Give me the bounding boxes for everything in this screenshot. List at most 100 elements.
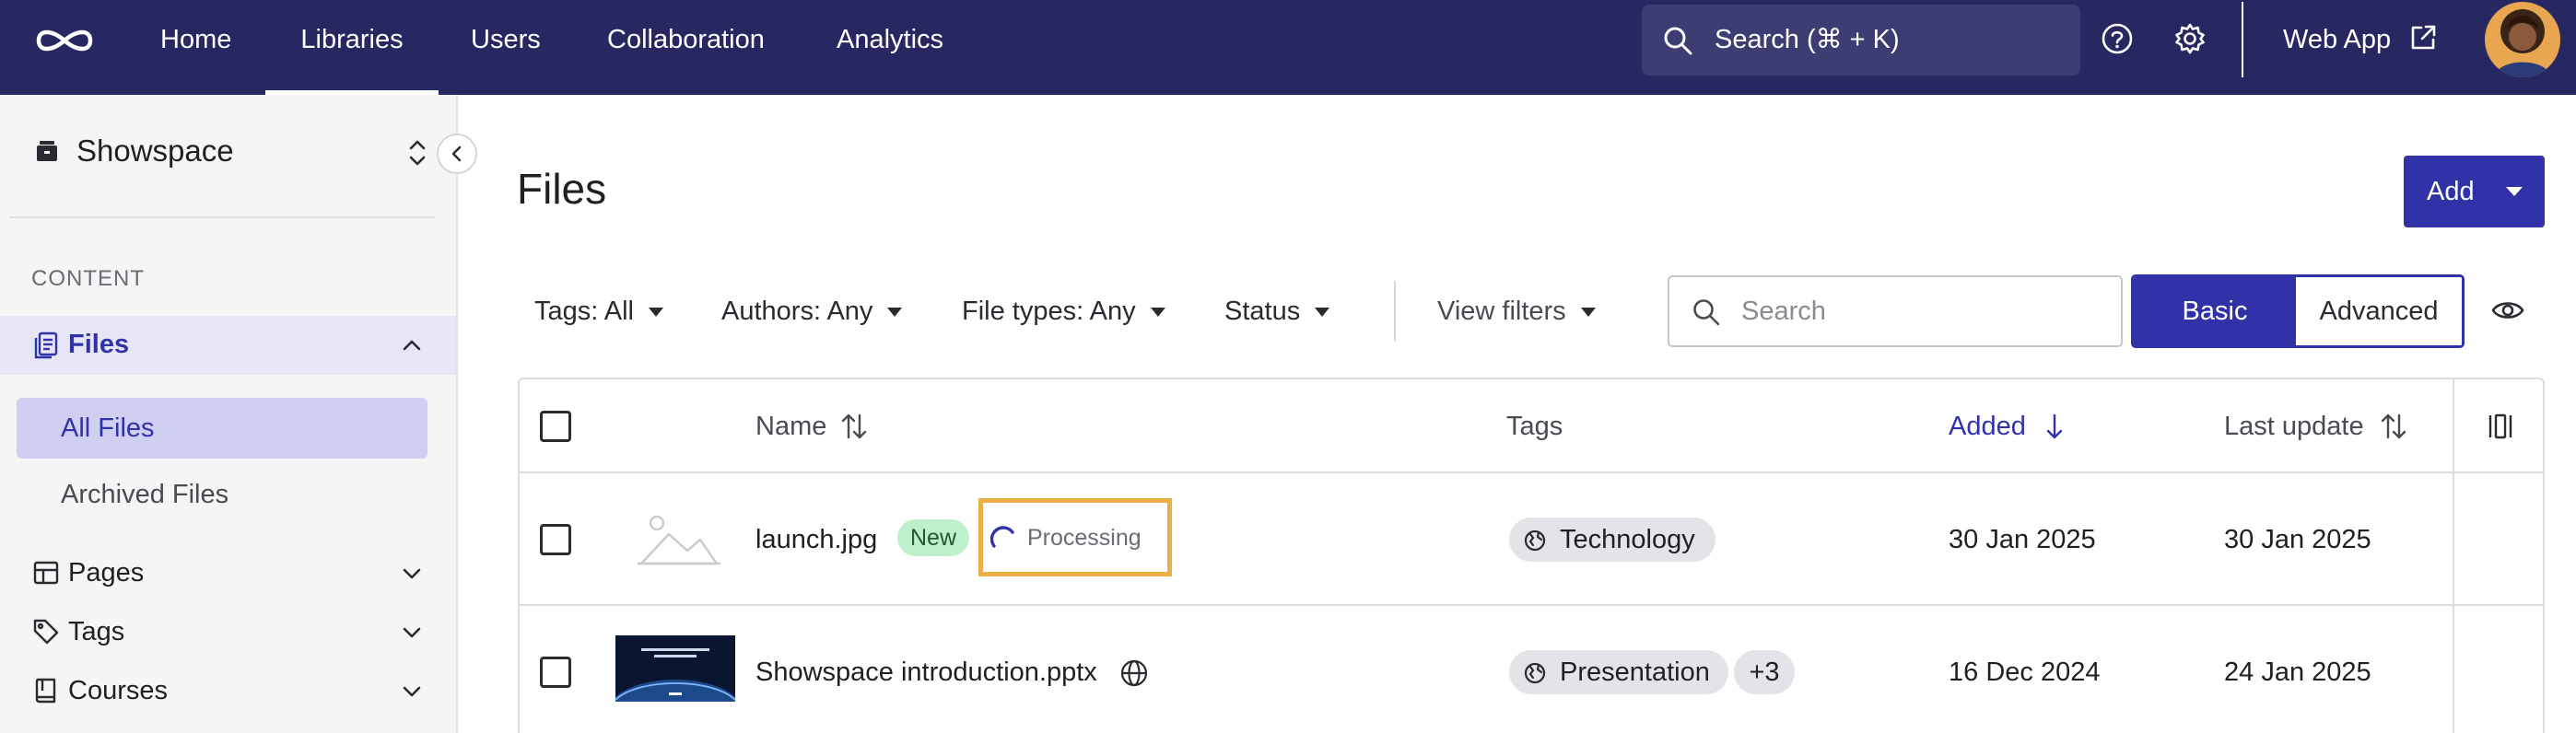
tag-type-icon <box>1524 662 1546 684</box>
tag-label: Technology <box>1560 525 1695 554</box>
select-all-checkbox[interactable] <box>540 411 571 442</box>
files-icon <box>34 332 58 359</box>
chevron-left-icon <box>451 145 462 162</box>
more-tags-chip[interactable]: +3 <box>1734 650 1795 694</box>
tag-chip[interactable]: Technology <box>1509 518 1715 562</box>
added-date: 30 Jan 2025 <box>1949 525 2096 554</box>
settings-gear-icon[interactable] <box>2172 21 2207 56</box>
spinner-icon <box>990 526 1014 548</box>
workspace-switcher-icon[interactable] <box>405 137 429 169</box>
view-mode-advanced[interactable]: Advanced <box>2296 277 2462 345</box>
sidebar-item-tags[interactable]: Tags <box>68 617 124 647</box>
user-avatar[interactable] <box>2485 2 2560 77</box>
files-search <box>1668 275 2123 347</box>
files-table: Name Tags Added Last update launch.jpg N… <box>518 378 2545 733</box>
sort-descending-icon[interactable] <box>2041 412 2068 441</box>
sort-icon[interactable] <box>840 412 868 441</box>
sidebar-item-all-files[interactable]: All Files <box>17 398 427 459</box>
view-filters-label: View filters <box>1437 297 1566 326</box>
tag-type-icon <box>1524 529 1546 552</box>
sidebar-item-archived-files[interactable]: Archived Files <box>61 480 228 510</box>
file-name[interactable]: launch.jpg <box>755 473 877 606</box>
caret-down-icon <box>1150 308 1165 318</box>
column-settings-icon[interactable] <box>2488 413 2513 440</box>
filter-authors-label: Authors: Any <box>721 297 873 326</box>
column-header-last-update[interactable]: Last update <box>2224 379 2364 473</box>
search-icon <box>1664 27 1692 55</box>
row-checkbox[interactable] <box>540 524 571 555</box>
table-row[interactable]: Showspace introduction.pptx Presentation… <box>520 606 2543 733</box>
tag-label: Presentation <box>1560 657 1710 687</box>
add-button[interactable]: Add <box>2404 156 2545 227</box>
sidebar: Showspace CONTENT Files All Files Archiv… <box>0 95 458 733</box>
filter-status[interactable]: Status <box>1224 291 1330 332</box>
tag-chip[interactable]: Presentation <box>1509 650 1728 694</box>
sidebar-item-files[interactable]: Files <box>0 316 456 375</box>
sidebar-item-courses[interactable]: Courses <box>68 676 168 706</box>
nav-libraries[interactable]: Libraries <box>265 0 439 95</box>
nav-home[interactable]: Home <box>160 0 231 95</box>
workspace-icon <box>37 141 57 161</box>
more-tags-count: +3 <box>1749 657 1780 687</box>
chevron-down-icon[interactable] <box>398 560 426 588</box>
top-navigation-bar: Home Libraries Users Collaboration Analy… <box>0 0 2576 95</box>
caret-down-icon <box>2506 187 2523 196</box>
chevron-down-icon[interactable] <box>398 678 426 705</box>
page-title: Files <box>517 165 607 213</box>
global-search-label: Search (⌘ + K) <box>1715 25 1900 54</box>
image-placeholder-icon <box>638 515 720 565</box>
filter-file-types[interactable]: File types: Any <box>962 291 1165 332</box>
caret-down-icon <box>887 308 903 318</box>
file-name[interactable]: Showspace introduction.pptx <box>755 606 1097 733</box>
search-icon <box>1693 299 1720 326</box>
filter-tags[interactable]: Tags: All <box>534 291 663 332</box>
processing-status: Processing <box>978 498 1172 576</box>
web-app-link[interactable]: Web App <box>2283 0 2391 79</box>
sidebar-item-label: Files <box>68 330 130 359</box>
caret-down-icon <box>1315 308 1330 318</box>
view-mode-basic[interactable]: Basic <box>2134 277 2296 345</box>
view-filters[interactable]: View filters <box>1437 291 1596 332</box>
column-header-name[interactable]: Name <box>755 379 826 473</box>
eye-icon[interactable] <box>2491 297 2524 324</box>
presentation-thumbnail <box>615 635 735 702</box>
help-icon[interactable] <box>2100 21 2135 56</box>
row-checkbox[interactable] <box>540 657 571 688</box>
filter-divider <box>1394 281 1396 342</box>
topbar-divider <box>2242 2 2243 77</box>
table-row[interactable]: launch.jpg New Processing Technology 30 … <box>520 473 2543 606</box>
processing-status-label: Processing <box>1027 525 1142 551</box>
sort-icon[interactable] <box>2380 412 2407 441</box>
chevron-down-icon[interactable] <box>398 619 426 646</box>
filter-file-types-label: File types: Any <box>962 297 1136 326</box>
nav-users[interactable]: Users <box>471 0 541 95</box>
sidebar-divider <box>9 216 435 218</box>
filter-tags-label: Tags: All <box>534 297 634 326</box>
sidebar-section-heading: CONTENT <box>31 266 145 291</box>
sidebar-item-label: All Files <box>61 413 155 443</box>
global-search[interactable]: Search (⌘ + K) <box>1642 5 2080 76</box>
chevron-up-icon[interactable] <box>398 332 426 359</box>
new-badge: New <box>897 519 970 556</box>
filter-status-label: Status <box>1224 297 1301 326</box>
column-header-added[interactable]: Added <box>1949 379 2026 473</box>
tag-icon <box>33 619 59 645</box>
workspace-name[interactable]: Showspace <box>76 134 234 169</box>
nav-collaboration[interactable]: Collaboration <box>607 0 765 95</box>
caret-down-icon <box>1580 308 1596 318</box>
files-search-input[interactable] <box>1741 277 2110 345</box>
filter-authors[interactable]: Authors: Any <box>721 291 903 332</box>
nav-analytics[interactable]: Analytics <box>837 0 943 95</box>
last-update-date: 24 Jan 2025 <box>2224 657 2371 687</box>
pages-icon <box>33 561 59 585</box>
sidebar-item-pages[interactable]: Pages <box>68 558 144 588</box>
last-update-date: 30 Jan 2025 <box>2224 525 2371 554</box>
added-date: 16 Dec 2024 <box>1949 657 2101 687</box>
globe-icon <box>1120 659 1148 687</box>
view-mode-toggle: Basic Advanced <box>2131 274 2465 348</box>
column-header-tags: Tags <box>1506 412 1563 441</box>
book-icon <box>35 678 56 704</box>
collapse-sidebar-button[interactable] <box>437 134 477 174</box>
app-logo-icon[interactable] <box>35 22 94 59</box>
external-link-icon[interactable] <box>2408 23 2438 52</box>
